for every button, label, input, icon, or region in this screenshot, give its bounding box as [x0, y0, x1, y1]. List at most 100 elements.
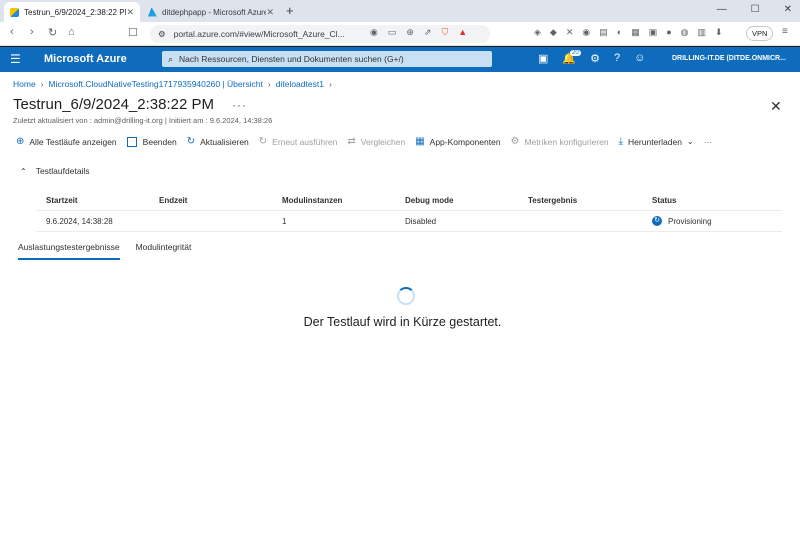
page-subtitle: Zuletzt aktualisiert von : admin@drillin…	[13, 116, 273, 125]
extension-icon[interactable]: ▣	[649, 27, 658, 38]
start-time-cell: 9.6.2024, 14:38:28	[46, 216, 113, 226]
navigate-icon: ⊕	[16, 136, 25, 147]
azure-header: ☰ Microsoft Azure ⌕ Nach Ressourcen, Die…	[0, 47, 800, 72]
breadcrumb-resource[interactable]: Microsoft.CloudNativeTesting171793594026…	[49, 79, 263, 89]
shield-icon[interactable]: ⛉	[441, 27, 448, 38]
site-info-icon[interactable]: ⚙	[158, 29, 166, 40]
bookmark-icon[interactable]: ☐	[128, 26, 138, 39]
result-tabs: Auslastungstestergebnisse Modulintegritä…	[18, 242, 207, 260]
extension-icon[interactable]: ✕	[566, 27, 574, 38]
cloud-shell-icon[interactable]: ▣	[538, 52, 548, 65]
download-button[interactable]: ⤓ Herunterladen ⌄	[619, 136, 694, 147]
extension-icon[interactable]: ◍	[681, 27, 689, 38]
ellipsis-icon: ···	[703, 136, 713, 147]
run-details-table: Startzeit Endzeit Modulinstanzen Debug m…	[36, 190, 782, 232]
forward-icon[interactable]: ›	[30, 26, 34, 38]
table-header-row: Startzeit Endzeit Modulinstanzen Debug m…	[36, 190, 782, 211]
extension-icon[interactable]: ⬇	[715, 27, 723, 38]
app-components-icon: ▦	[415, 136, 425, 147]
chevron-up-icon: ⌃	[20, 166, 27, 176]
more-commands-button[interactable]: ···	[704, 137, 713, 147]
loading-message: Der Testlauf wird in Kürze gestartet.	[303, 315, 502, 329]
stop-icon	[126, 136, 137, 147]
app-components-button[interactable]: ▦ App-Komponenten	[415, 136, 500, 147]
account-tenant[interactable]: DRILLING-IT.DE (DITDE.ONMICR...	[672, 55, 786, 62]
extension-icon[interactable]: ◆	[550, 27, 557, 38]
settings-icon[interactable]: ⚙	[590, 52, 600, 65]
tab-title: ditdephpapp - Microsoft Azure	[162, 7, 267, 17]
screen-icon[interactable]: ▭	[388, 27, 397, 38]
load-testing-icon	[10, 7, 19, 17]
portal-menu-icon[interactable]: ☰	[10, 52, 21, 66]
configure-metrics-button[interactable]: ⚙ Metriken konfigurieren	[511, 136, 609, 147]
download-label: Herunterladen	[628, 136, 682, 147]
home-icon[interactable]: ⌂	[68, 26, 75, 38]
refresh-icon: ↻	[186, 136, 196, 147]
browser-tab-ditdephpapp[interactable]: ditdephpapp - Microsoft Azure ✕	[142, 2, 280, 22]
close-tab-icon[interactable]: ✕	[266, 7, 274, 18]
window-controls: — ☐ ✕	[717, 4, 792, 15]
reload-icon[interactable]: ↻	[48, 26, 57, 39]
status-text: Provisioning	[668, 216, 712, 226]
help-icon[interactable]: ?	[614, 52, 620, 65]
browser-tab-testrun[interactable]: Testrun_6/9/2024_2:38:22 PM - ✕	[4, 2, 140, 22]
minimize-icon[interactable]: —	[717, 4, 727, 15]
browser-tab-strip: Testrun_6/9/2024_2:38:22 PM - ✕ ditdephp…	[0, 0, 800, 22]
extension-icon[interactable]: ◈	[534, 27, 541, 38]
breadcrumb: Home › Microsoft.CloudNativeTesting17179…	[13, 79, 332, 89]
column-header: Startzeit	[46, 195, 78, 205]
extension-icon[interactable]: ◉	[582, 27, 590, 38]
stop-button[interactable]: Beenden	[126, 136, 177, 147]
command-bar: ⊕ Alle Testläufe anzeigen Beenden ↻ Aktu…	[16, 136, 722, 147]
zoom-icon[interactable]: ⊕	[406, 27, 414, 38]
rerun-label: Erneut ausführen	[272, 136, 338, 147]
all-runs-button[interactable]: ⊕ Alle Testläufe anzeigen	[16, 136, 117, 147]
refresh-label: Aktualisieren	[200, 136, 249, 147]
back-icon[interactable]: ‹	[10, 26, 14, 38]
extension-icon[interactable]: ●	[666, 27, 671, 38]
provisioning-icon: ↻	[652, 216, 662, 226]
address-bar-row: ‹ › ↻ ⌂ ☐ ⚙ portal.azure.com/#view/Micro…	[0, 22, 800, 46]
breadcrumb-home[interactable]: Home	[13, 79, 36, 89]
extension-icon[interactable]: ◐	[617, 27, 622, 38]
download-icon: ⤓	[618, 136, 624, 147]
tab-load-results[interactable]: Auslastungstestergebnisse	[18, 242, 120, 260]
close-tab-icon[interactable]: ✕	[126, 7, 134, 18]
column-header: Debug mode	[405, 195, 454, 205]
global-search-input[interactable]: ⌕ Nach Ressourcen, Diensten und Dokument…	[162, 51, 492, 67]
gear-icon: ⚙	[510, 136, 520, 147]
tab-module-health[interactable]: Modulintegrität	[136, 242, 192, 260]
notification-count-badge: 20	[570, 50, 581, 56]
new-tab-icon[interactable]: +	[286, 3, 294, 18]
refresh-button[interactable]: ↻ Aktualisieren	[187, 136, 249, 147]
account-icon[interactable]: ◉	[370, 27, 378, 38]
feedback-icon[interactable]: ☺	[634, 52, 645, 65]
compare-button[interactable]: ⇄ Vergleichen	[347, 136, 405, 147]
main-content: Home › Microsoft.CloudNativeTesting17179…	[0, 72, 800, 538]
azure-icon	[148, 7, 157, 17]
extension-icon[interactable]: ▤	[599, 27, 608, 38]
app-components-label: App-Komponenten	[429, 136, 501, 147]
warning-icon[interactable]: ▲	[458, 27, 467, 38]
table-row: 9.6.2024, 14:38:28 1 Disabled ↻ Provisio…	[36, 211, 782, 232]
extensions: ◈ ◆ ✕ ◉ ▤ ◐ ▦ ▣ ● ◍ ▥ ⬇	[534, 27, 723, 38]
details-section-toggle[interactable]: ⌃ Testlaufdetails	[20, 166, 90, 176]
close-blade-icon[interactable]: ✕	[770, 98, 782, 115]
url-actions: ◉ ▭ ⊕ ⇗ ⛉ ▲	[370, 27, 467, 38]
page-title: Testrun_6/9/2024_2:38:22 PM	[13, 96, 214, 113]
more-options-icon[interactable]: ···	[232, 98, 247, 112]
brand-link[interactable]: Microsoft Azure	[44, 53, 127, 65]
breadcrumb-loadtest[interactable]: diteloadtest1	[276, 79, 324, 89]
window-close-icon[interactable]: ✕	[784, 4, 792, 15]
url-text: portal.azure.com/#view/Microsoft_Azure_C…	[173, 29, 345, 39]
browser-menu-icon[interactable]: ≡	[782, 26, 788, 37]
extension-icon[interactable]: ▥	[698, 27, 707, 38]
rerun-button[interactable]: ↻ Erneut ausführen	[259, 136, 338, 147]
share-icon[interactable]: ⇗	[424, 27, 432, 38]
maximize-icon[interactable]: ☐	[751, 4, 760, 15]
column-header: Modulinstanzen	[282, 195, 343, 205]
vpn-button[interactable]: VPN	[746, 26, 774, 41]
search-icon: ⌕	[168, 53, 174, 64]
column-header: Testergebnis	[528, 195, 578, 205]
extension-icon[interactable]: ▦	[631, 27, 640, 38]
